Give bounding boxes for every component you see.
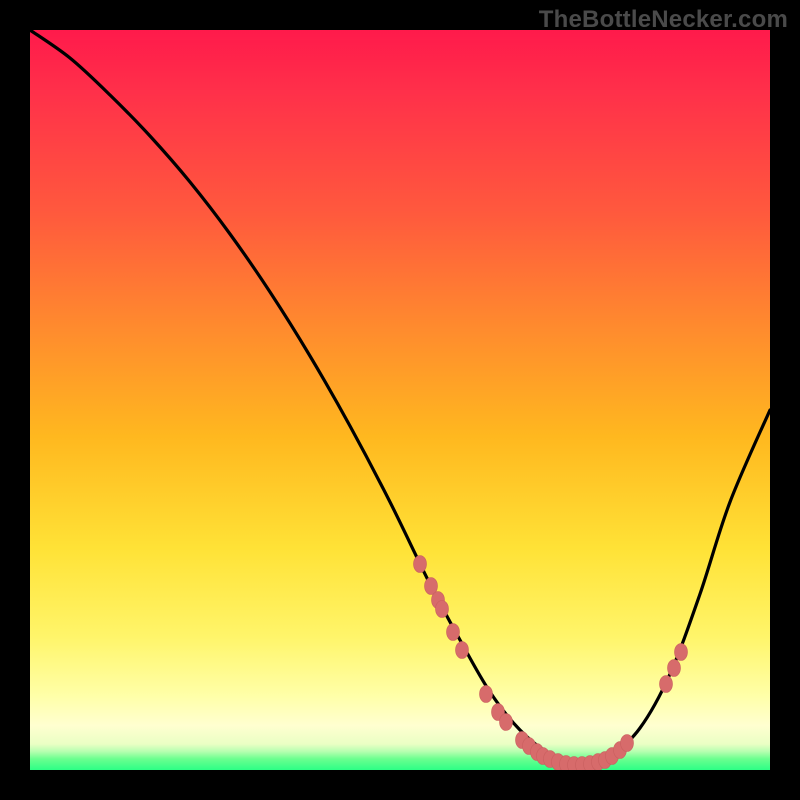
plot-inner [30, 30, 770, 770]
marker-dot [660, 676, 673, 693]
marker-dot [414, 556, 427, 573]
marker-dot [668, 660, 681, 677]
chart-overlay-svg [30, 30, 770, 770]
marker-dots-layer [414, 556, 688, 771]
marker-dot [500, 714, 513, 731]
marker-dot [456, 642, 469, 659]
marker-dot [480, 686, 493, 703]
marker-dot [621, 735, 634, 752]
app-frame: TheBottleNecker.com [0, 0, 800, 800]
marker-dot [436, 601, 449, 618]
marker-dot [447, 624, 460, 641]
marker-dot [675, 644, 688, 661]
bottleneck-curve-line [30, 30, 770, 764]
plot-area [30, 30, 770, 770]
